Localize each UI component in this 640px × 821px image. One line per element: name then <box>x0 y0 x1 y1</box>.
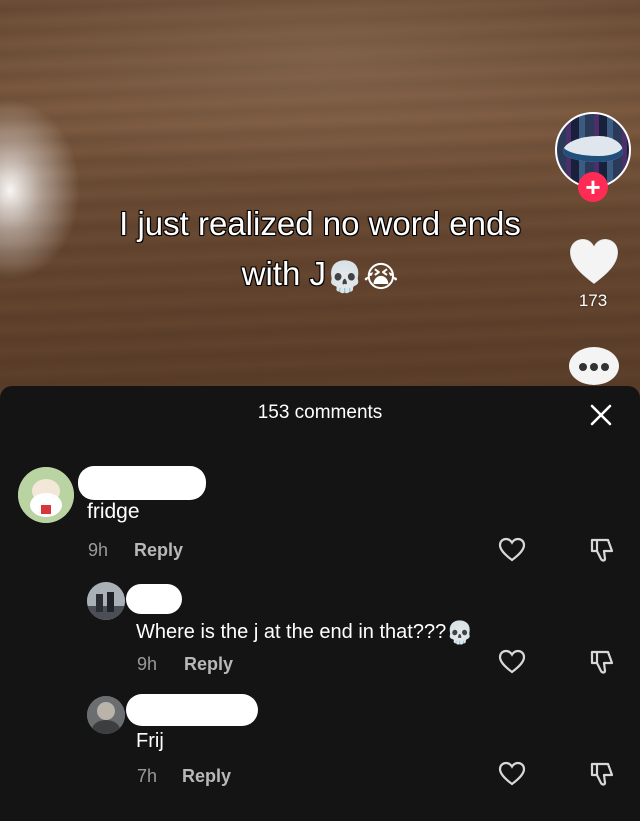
dislike-icon[interactable] <box>588 760 616 788</box>
dislike-icon[interactable] <box>588 648 616 676</box>
comment-time: 7h <box>137 766 158 786</box>
reply-button[interactable]: Reply <box>182 766 231 787</box>
comment-text-body: Where is the j at the end in that??? <box>136 621 447 643</box>
avatar-photo-icon <box>87 696 125 734</box>
follow-plus-icon[interactable]: + <box>578 172 608 202</box>
comment-time: 9h <box>88 540 109 560</box>
like-count: 173 <box>578 291 608 310</box>
avatar-logo <box>563 136 623 162</box>
comments-sheet: 153 comments fridge 9h Reply Where is th… <box>0 386 640 821</box>
comment-bubble-icon[interactable] <box>568 346 620 386</box>
comment-text: Where is the j at the end in that???💀 <box>136 620 474 646</box>
comment-heart-icon[interactable] <box>498 648 526 676</box>
skull-emoji: 💀 <box>446 620 474 645</box>
video-caption-line1: I just realized no word ends <box>60 200 580 248</box>
close-icon[interactable] <box>588 402 614 428</box>
comments-count-title: 153 comments <box>257 402 383 423</box>
comment-time: 9h <box>137 654 158 674</box>
comment-text: Frij <box>136 730 164 752</box>
reply-button[interactable]: Reply <box>184 654 233 675</box>
dislike-icon[interactable] <box>588 536 616 564</box>
commenter-avatar[interactable] <box>87 582 125 620</box>
username-redacted <box>126 694 258 726</box>
heart-icon[interactable] <box>568 238 620 286</box>
username-redacted <box>78 466 206 500</box>
reply-button[interactable]: Reply <box>134 540 183 561</box>
commenter-avatar[interactable] <box>87 696 125 734</box>
caption-text-2: with J <box>241 254 327 293</box>
tiktok-video-screen: I just realized no word ends with J💀😭 + … <box>0 0 640 821</box>
avatar-photo-icon <box>87 582 125 620</box>
comment-heart-icon[interactable] <box>498 760 526 788</box>
username-redacted <box>126 584 182 614</box>
avatar-cartoon-icon <box>18 467 74 523</box>
caption-text-1: I just realized no word ends <box>118 204 521 243</box>
crying-emoji: 😭 <box>363 261 399 294</box>
commenter-avatar[interactable] <box>18 467 74 523</box>
skull-emoji: 💀 <box>325 261 364 294</box>
comment-text: fridge <box>87 500 140 523</box>
video-caption-line2: with J💀😭 <box>60 250 580 302</box>
comment-heart-icon[interactable] <box>498 536 526 564</box>
